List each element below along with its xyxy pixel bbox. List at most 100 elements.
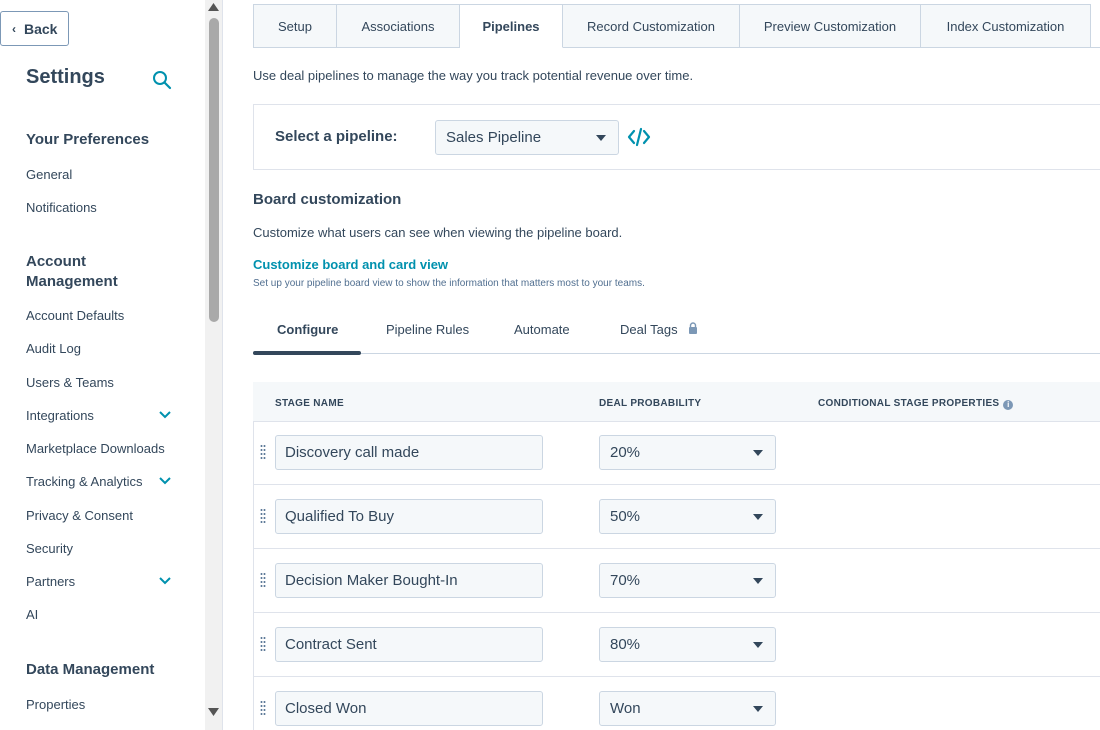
chevron-down-icon[interactable]: [159, 577, 171, 585]
customize-board-subtext: Set up your pipeline board view to show …: [253, 278, 645, 289]
drag-handle-icon[interactable]: [260, 636, 266, 654]
deal-probability-dropdown[interactable]: 80%: [599, 627, 776, 662]
drag-handle-icon[interactable]: [260, 508, 266, 526]
sidebar-item-label: Properties: [26, 696, 86, 712]
column-header-deal-probability: DEAL PROBABILITY: [599, 398, 702, 409]
sidebar-item-properties[interactable]: Properties: [26, 694, 171, 714]
deal-probability-value: 70%: [610, 572, 641, 589]
sidebar-item-label: Users & Teams: [26, 374, 114, 390]
sidebar-item-label: Tracking & Analytics: [26, 473, 143, 489]
subtab-deal-tags-label: Deal Tags: [620, 322, 678, 337]
sidebar-item-audit-log[interactable]: Audit Log: [26, 338, 171, 358]
drag-handle-icon[interactable]: [260, 444, 266, 462]
tab-setup[interactable]: Setup: [253, 4, 337, 48]
object-tabs: Setup Associations Pipelines Record Cust…: [253, 4, 1091, 48]
caret-down-icon: [753, 641, 763, 648]
tab-record-customization[interactable]: Record Customization: [563, 4, 740, 48]
subtab-configure[interactable]: Configure: [277, 322, 338, 358]
scrollbar-thumb[interactable]: [209, 18, 219, 322]
deal-probability-value: 50%: [610, 508, 641, 525]
caret-down-icon: [596, 134, 606, 141]
sidebar-item-users-teams[interactable]: Users & Teams: [26, 372, 171, 392]
stage-name-input[interactable]: Closed Won: [275, 691, 543, 726]
section-heading-your-preferences: Your Preferences: [26, 131, 150, 148]
sidebar-item-label: Security: [26, 540, 73, 556]
back-button[interactable]: ‹ Back: [0, 11, 69, 46]
drag-handle-icon[interactable]: [260, 572, 266, 590]
deal-probability-dropdown[interactable]: 20%: [599, 435, 776, 470]
scroll-down-arrow-icon[interactable]: [207, 706, 220, 718]
sidebar-item-marketplace-downloads[interactable]: Marketplace Downloads: [26, 438, 171, 458]
sidebar-item-label: Notifications: [26, 199, 97, 215]
sidebar-item-account-defaults[interactable]: Account Defaults: [26, 305, 171, 325]
chevron-down-icon[interactable]: [159, 477, 171, 485]
board-customization-heading: Board customization: [253, 191, 402, 208]
subtab-automate[interactable]: Automate: [514, 322, 570, 358]
section-heading-line: Account: [26, 253, 86, 270]
sidebar-item-label: Integrations: [26, 407, 94, 423]
column-header-stage-name: STAGE NAME: [275, 398, 344, 409]
drag-handle-icon[interactable]: [260, 700, 266, 718]
tab-pipelines[interactable]: Pipelines: [460, 4, 563, 48]
subtab-deal-tags[interactable]: Deal Tags: [620, 322, 698, 358]
sidebar-item-notifications[interactable]: Notifications: [26, 197, 171, 217]
sidebar-item-label: General: [26, 166, 73, 182]
deal-probability-value: 20%: [610, 444, 641, 461]
row-divider: [253, 612, 1100, 613]
code-embed-icon[interactable]: [627, 127, 651, 147]
sidebar-divider: [222, 0, 223, 730]
stage-name-input[interactable]: Qualified To Buy: [275, 499, 543, 534]
caret-down-icon: [753, 449, 763, 456]
sidebar-item-security[interactable]: Security: [26, 538, 171, 558]
row-divider: [253, 484, 1100, 485]
sidebar-item-general[interactable]: General: [26, 164, 171, 184]
board-customization-description: Customize what users can see when viewin…: [253, 225, 623, 240]
pipeline-select-label: Select a pipeline:: [275, 128, 398, 145]
stage-name-input[interactable]: Contract Sent: [275, 627, 543, 662]
sidebar-item-label: Marketplace Downloads: [26, 440, 165, 456]
back-button-label: Back: [24, 20, 58, 37]
info-icon[interactable]: i: [1003, 400, 1014, 410]
scroll-up-arrow-icon[interactable]: [207, 1, 220, 13]
caret-down-icon: [753, 577, 763, 584]
chevron-down-icon[interactable]: [159, 411, 171, 419]
stage-name-input[interactable]: Decision Maker Bought-In: [275, 563, 543, 598]
sidebar-item-label: Partners: [26, 573, 76, 589]
sidebar-item-tracking-analytics[interactable]: Tracking & Analytics: [26, 471, 171, 491]
sidebar-item-partners[interactable]: Partners: [26, 571, 171, 591]
stage-name-input[interactable]: Discovery call made: [275, 435, 543, 470]
subtab-pipeline-rules[interactable]: Pipeline Rules: [386, 322, 469, 358]
tab-index-customization[interactable]: Index Customization: [921, 4, 1091, 48]
chevron-left-icon: ‹: [12, 21, 16, 36]
caret-down-icon: [753, 513, 763, 520]
column-header-label: CONDITIONAL STAGE PROPERTIES: [818, 398, 1000, 409]
caret-down-icon: [753, 705, 763, 712]
deal-probability-dropdown[interactable]: 50%: [599, 499, 776, 534]
sidebar-item-label: Audit Log: [26, 340, 81, 356]
settings-title: Settings: [26, 66, 105, 88]
sidebar-item-ai[interactable]: AI: [26, 604, 171, 624]
pipeline-dropdown-value: Sales Pipeline: [446, 129, 542, 146]
row-divider: [253, 676, 1100, 677]
sidebar-item-privacy-consent[interactable]: Privacy & Consent: [26, 505, 171, 525]
section-heading-line: Management: [26, 273, 118, 290]
lock-icon: [688, 322, 697, 334]
deal-probability-dropdown[interactable]: Won: [599, 691, 776, 726]
section-heading-account-management: Account Management: [26, 252, 118, 292]
section-heading-data-management: Data Management: [26, 661, 155, 678]
search-icon[interactable]: [152, 70, 172, 90]
sidebar-item-label: Privacy & Consent: [26, 507, 133, 523]
pipeline-dropdown[interactable]: Sales Pipeline: [435, 120, 619, 155]
sidebar-item-label: Account Defaults: [26, 307, 125, 323]
sidebar-item-label: AI: [26, 606, 39, 622]
column-header-conditional-stage-properties: CONDITIONAL STAGE PROPERTIES i: [818, 398, 1014, 410]
deal-probability-value: 80%: [610, 636, 641, 653]
row-divider: [253, 548, 1100, 549]
deal-probability-value: Won: [610, 700, 641, 717]
tab-associations[interactable]: Associations: [337, 4, 460, 48]
pipelines-intro-text: Use deal pipelines to manage the way you…: [253, 68, 694, 83]
tab-preview-customization[interactable]: Preview Customization: [740, 4, 921, 48]
deal-probability-dropdown[interactable]: 70%: [599, 563, 776, 598]
customize-board-link[interactable]: Customize board and card view: [253, 257, 448, 272]
sidebar-item-integrations[interactable]: Integrations: [26, 405, 171, 425]
